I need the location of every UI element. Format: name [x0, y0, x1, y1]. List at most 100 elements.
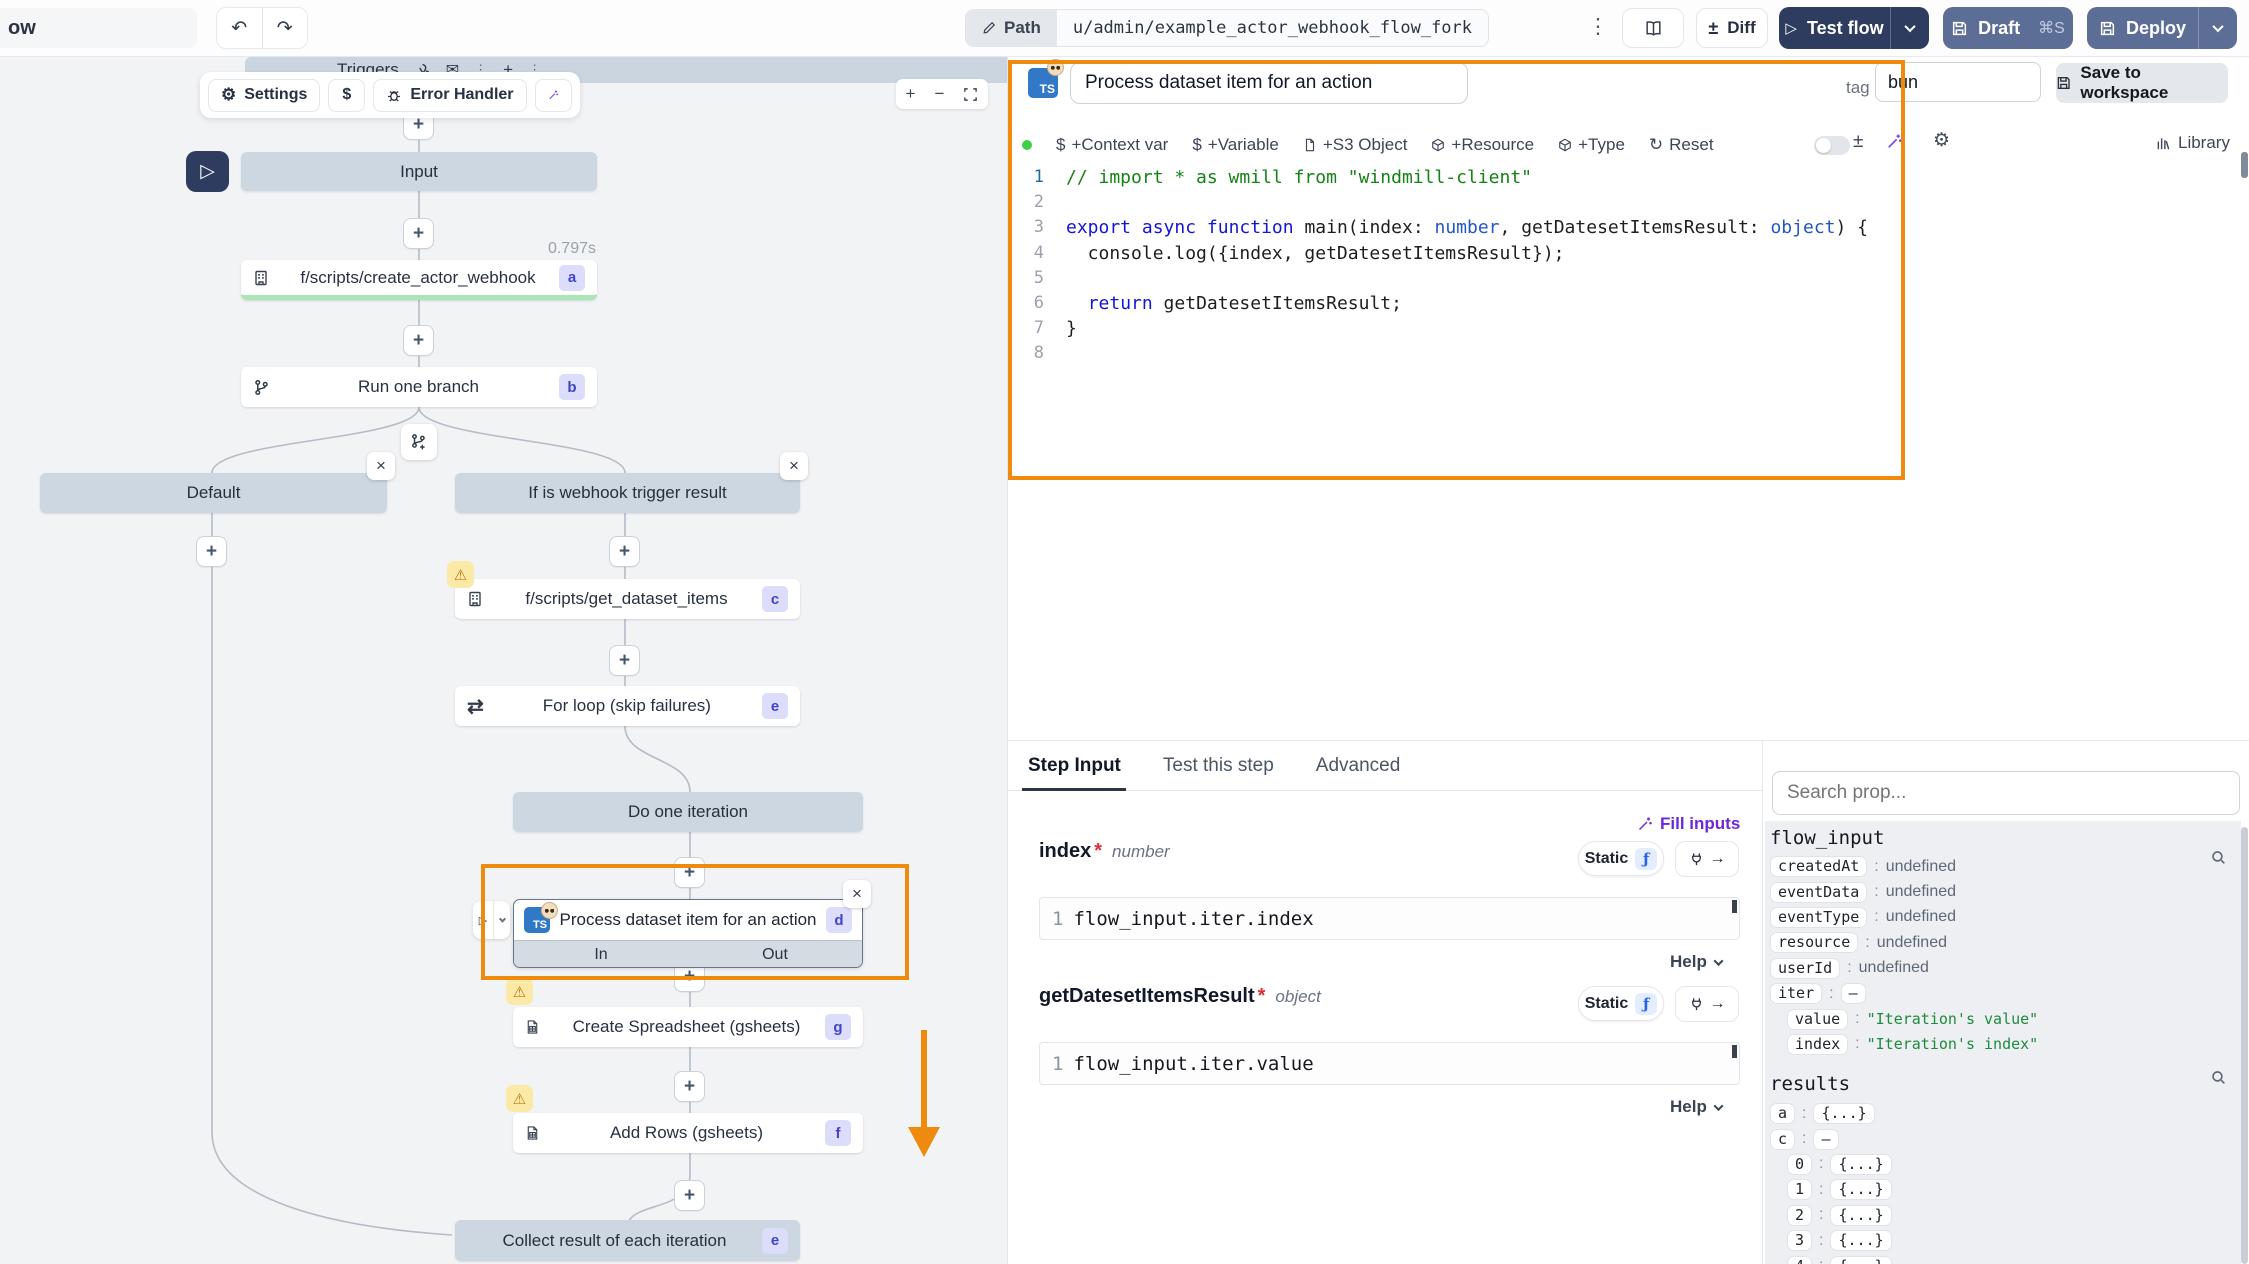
- plus-minus-icon[interactable]: ±: [1853, 131, 1863, 153]
- prop-row[interactable]: 4:{...}: [1770, 1253, 2222, 1264]
- code-line[interactable]: return getDatesetItemsResult;: [1066, 291, 1868, 316]
- field-index-connect-button[interactable]: →: [1675, 841, 1739, 877]
- fill-inputs-button[interactable]: Fill inputs: [1637, 814, 1740, 834]
- static-inputs-button[interactable]: $: [328, 79, 365, 112]
- add-context-var-button[interactable]: $+Context var: [1056, 135, 1168, 155]
- node-branch-default[interactable]: Default: [40, 473, 387, 513]
- search-icon[interactable]: [2210, 1069, 2227, 1086]
- field-index-mode-toggle[interactable]: Static ƒ: [1578, 841, 1664, 876]
- run-step-dropdown[interactable]: [494, 901, 510, 939]
- deploy-dropdown[interactable]: [2199, 24, 2237, 32]
- tab-advanced[interactable]: Advanced: [1316, 755, 1401, 777]
- field-result-help[interactable]: Help: [1670, 1097, 1722, 1117]
- run-flow-button[interactable]: ▷: [186, 151, 229, 192]
- field-index-help[interactable]: Help: [1670, 952, 1722, 972]
- ai-wand-button[interactable]: [1886, 133, 1903, 150]
- error-handler-button[interactable]: Error Handler: [373, 79, 526, 112]
- zoom-out-button[interactable]: −: [934, 84, 944, 104]
- add-resource-button[interactable]: +Resource: [1431, 135, 1534, 155]
- diff-toggle[interactable]: [1814, 136, 1850, 155]
- node-process-dataset-item[interactable]: TS Process dataset item for an action d …: [513, 899, 863, 968]
- tab-test-this-step[interactable]: Test this step: [1163, 755, 1274, 777]
- node-do-one-iteration[interactable]: Do one iteration: [513, 792, 863, 832]
- prop-row[interactable]: createdAt:undefined: [1770, 854, 2222, 879]
- prop-row[interactable]: 3:{...}: [1770, 1228, 2222, 1253]
- diff-button[interactable]: ± Diff: [1696, 8, 1768, 48]
- add-variable-button[interactable]: $+Variable: [1192, 135, 1279, 155]
- code-line[interactable]: // import * as wmill from "windmill-clie…: [1066, 165, 1868, 190]
- save-to-workspace-button[interactable]: Save to workspace: [2056, 63, 2228, 103]
- delete-branch-button[interactable]: ×: [780, 452, 808, 480]
- search-prop-input[interactable]: [1772, 771, 2240, 815]
- prop-row[interactable]: iter:–: [1770, 981, 2222, 1006]
- docs-button[interactable]: [1622, 8, 1684, 48]
- prop-row[interactable]: eventType:undefined: [1770, 905, 2222, 930]
- field-result-expression[interactable]: 1 flow_input.iter.value: [1039, 1042, 1740, 1085]
- node-add-rows[interactable]: Add Rows (gsheets) f: [513, 1113, 863, 1153]
- ai-assistant-button[interactable]: [535, 79, 572, 112]
- editor-settings-button[interactable]: ⚙: [1933, 129, 1950, 152]
- field-result-mode-toggle[interactable]: Static ƒ: [1578, 986, 1664, 1021]
- code-line[interactable]: [1066, 266, 1868, 291]
- delete-branch-button[interactable]: ×: [367, 452, 395, 480]
- tag-input[interactable]: [1875, 62, 2041, 102]
- prop-row[interactable]: 0:{...}: [1770, 1152, 2222, 1177]
- deploy-button[interactable]: Deploy: [2087, 7, 2237, 49]
- results-props[interactable]: a:{...}c:–0:{...}1:{...}2:{...}3:{...}4:…: [1770, 1101, 2222, 1264]
- node-create-actor-webhook[interactable]: f/scripts/create_actor_webhook a: [241, 260, 597, 300]
- zoom-in-button[interactable]: +: [906, 84, 916, 104]
- more-menu-button[interactable]: ⋮: [1586, 14, 1610, 39]
- fit-view-icon[interactable]: [963, 87, 978, 102]
- delete-step-button[interactable]: ×: [843, 880, 871, 908]
- insert-step-button[interactable]: +: [609, 536, 640, 567]
- node-run-one-branch[interactable]: Run one branch b: [241, 367, 597, 407]
- insert-step-button[interactable]: +: [403, 325, 434, 356]
- node-create-spreadsheet[interactable]: Create Spreadsheet (gsheets) g: [513, 1007, 863, 1047]
- prop-row[interactable]: c:–: [1770, 1126, 2222, 1151]
- prop-row[interactable]: userId:undefined: [1770, 956, 2222, 981]
- code-editor[interactable]: // import * as wmill from "windmill-clie…: [1066, 165, 1868, 367]
- flow-name-input[interactable]: ow: [0, 8, 197, 48]
- insert-step-button[interactable]: +: [674, 1071, 705, 1102]
- add-branch-button[interactable]: [401, 424, 437, 460]
- library-button[interactable]: Library: [2156, 133, 2230, 153]
- prop-row[interactable]: 2:{...}: [1770, 1203, 2222, 1228]
- redo-button[interactable]: ↷: [263, 8, 308, 48]
- run-step-split-button[interactable]: ▷: [473, 901, 510, 939]
- add-type-button[interactable]: +Type: [1558, 135, 1625, 155]
- code-line[interactable]: [1066, 190, 1868, 215]
- flow-canvas[interactable]: Triggers ✉ ⋮ + ⋮ ⚙ Settings $ Error Hand…: [0, 57, 1008, 1264]
- insert-step-button[interactable]: +: [403, 218, 434, 249]
- insert-step-button[interactable]: +: [674, 857, 705, 888]
- field-index-expression[interactable]: 1 flow_input.iter.index: [1039, 897, 1740, 940]
- node-for-loop[interactable]: ⇄ For loop (skip failures) e: [455, 686, 800, 726]
- flow-input-props[interactable]: createdAt:undefinedeventData:undefinedev…: [1770, 854, 2222, 1057]
- path-value[interactable]: u/admin/example_actor_webhook_flow_fork: [1057, 10, 1488, 46]
- panel-scrollbar-thumb[interactable]: [2241, 152, 2248, 178]
- tab-step-input[interactable]: Step Input: [1028, 755, 1121, 777]
- code-line[interactable]: export async function main(index: number…: [1066, 215, 1868, 240]
- field-result-connect-button[interactable]: →: [1675, 986, 1739, 1022]
- prop-row[interactable]: eventData:undefined: [1770, 879, 2222, 904]
- code-line[interactable]: [1066, 341, 1868, 366]
- node-branch-webhook[interactable]: If is webhook trigger result: [455, 473, 800, 513]
- reset-button[interactable]: ↻Reset: [1649, 135, 1714, 155]
- node-input-tab[interactable]: In: [514, 941, 688, 967]
- function-mode-icon[interactable]: ƒ: [1635, 848, 1657, 870]
- sidebar-scrollbar-thumb[interactable]: [2241, 827, 2248, 1264]
- draft-button[interactable]: Draft ⌘S: [1943, 7, 2073, 49]
- prop-row[interactable]: a:{...}: [1770, 1101, 2222, 1126]
- prop-row[interactable]: resource:undefined: [1770, 930, 2222, 955]
- test-flow-dropdown[interactable]: [1891, 24, 1929, 32]
- search-icon[interactable]: [2210, 849, 2227, 866]
- function-mode-icon[interactable]: ƒ: [1635, 993, 1657, 1015]
- node-output-tab[interactable]: Out: [688, 941, 862, 967]
- prop-row[interactable]: value:"Iteration's value": [1770, 1006, 2222, 1031]
- code-line[interactable]: console.log({index, getDatesetItemsResul…: [1066, 241, 1868, 266]
- insert-step-button[interactable]: +: [196, 536, 227, 567]
- prop-row[interactable]: index:"Iteration's index": [1770, 1032, 2222, 1057]
- step-title-input[interactable]: [1070, 62, 1468, 104]
- code-line[interactable]: }: [1066, 316, 1868, 341]
- path-field[interactable]: Path u/admin/example_actor_webhook_flow_…: [965, 9, 1489, 47]
- insert-step-button[interactable]: +: [674, 1180, 705, 1211]
